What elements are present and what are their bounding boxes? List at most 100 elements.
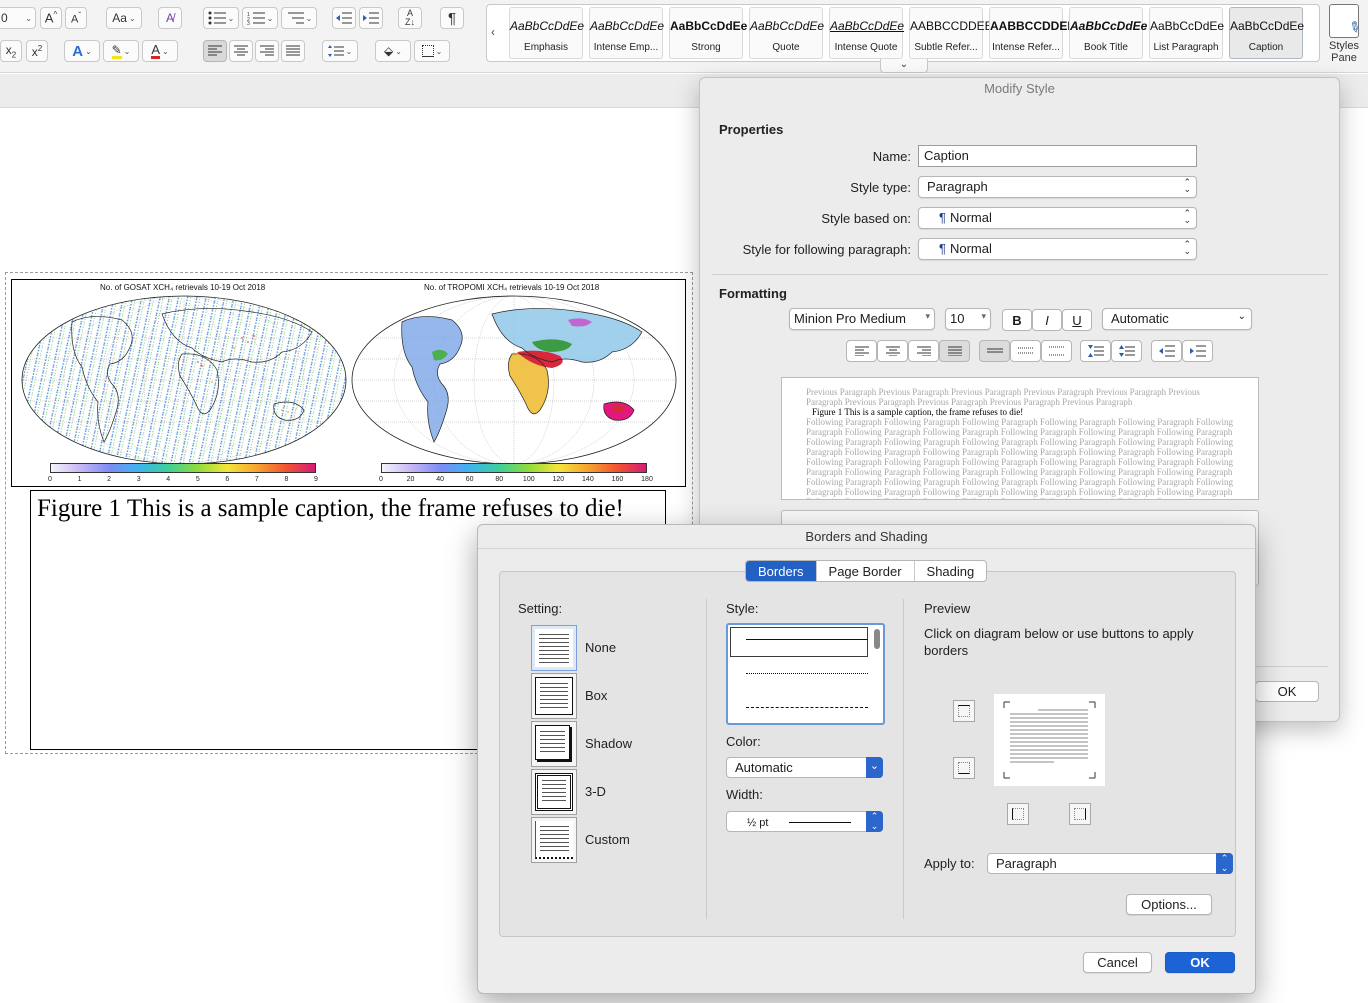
preview-following-paragraph: Following Paragraph Following Paragraph … [806,417,1233,499]
style-gallery-item[interactable]: AaBbCcDdEe Caption [1229,7,1304,59]
left-border-button[interactable] [1007,803,1029,825]
colorbar-tick-label: 120 [552,476,565,483]
double-spacing-button[interactable] [1041,340,1072,362]
style-gallery-item[interactable]: AaBbCcDdEe Intense Quote [829,7,904,59]
align-left-button[interactable] [203,40,227,62]
border-style-list[interactable] [726,623,885,725]
multilevel-list-button[interactable]: ⌄ [281,7,317,29]
top-border-button[interactable] [953,700,975,722]
justify-button[interactable] [281,40,305,62]
following-select[interactable]: ¶ Normal ⌃ ⌄ [918,238,1197,260]
chevron-down-icon: ▾ [981,311,986,321]
options-button[interactable]: Options... [1126,894,1212,915]
border-color-select[interactable]: Automatic ⌄ [726,757,883,778]
chevron-down-icon: ⌄ [1237,311,1246,322]
increase-paragraph-spacing-button[interactable] [1111,340,1142,362]
setting-3d-icon [535,773,573,811]
tab-page-border[interactable]: Page Border [815,561,914,581]
setting-shadow-button[interactable] [531,721,577,767]
border-style-dashed[interactable] [746,707,868,708]
subscript-button[interactable]: x2 [0,40,22,62]
gallery-prev-button[interactable]: ‹ [491,25,495,39]
increase-indent-button[interactable] [359,7,383,29]
grow-font-button[interactable]: A^ [40,7,62,29]
style-gallery-item[interactable]: AaBbCcDdEe List Paragraph [1149,7,1224,59]
color-label: Color: [726,734,761,749]
border-style-selected-row[interactable] [730,627,868,657]
bold-button[interactable]: B [1002,309,1032,331]
line-spacing-button[interactable]: ⌄ [322,40,358,62]
scrollbar-thumb[interactable] [874,629,880,649]
tab-borders[interactable]: Borders [746,561,816,581]
decrease-paragraph-spacing-button[interactable] [1080,340,1111,362]
style-label: Style: [726,601,759,616]
grow-font-icon: A^ [44,10,58,26]
align-center-button[interactable] [229,40,253,62]
styles-pane-button[interactable]: ✎ Styles Pane [1322,2,1366,66]
italic-button[interactable]: I [1032,309,1062,331]
font-size-combo[interactable]: 10 ▾ [945,308,991,330]
one-half-spacing-button[interactable] [1010,340,1041,362]
decrease-indent-button[interactable] [1151,340,1182,362]
numbering-button[interactable]: 1 2 3 ⌄ [242,7,278,29]
bottom-border-button[interactable] [953,757,975,779]
border-width-select[interactable]: ½ pt ⌃ ⌄ [726,811,883,832]
align-left-button[interactable] [846,340,877,362]
change-case-button[interactable]: Aa ⌄ [106,7,142,29]
following-label: Style for following paragraph: [742,242,911,257]
modify-style-ok-button[interactable]: OK [1255,681,1319,702]
style-gallery-item[interactable]: AaBbCcDdEe Book Title [1069,7,1147,59]
superscript-button[interactable]: x2 [26,40,48,62]
border-style-dotted[interactable] [746,673,868,674]
sort-button[interactable]: A Z↓ [398,7,422,29]
increase-indent-button[interactable] [1182,340,1213,362]
setting-box-button[interactable] [531,673,577,719]
align-center-button[interactable] [877,340,908,362]
style-sample-text: AaBbCcDdEe [670,19,748,33]
colorbar-tick-label: 3 [136,476,141,483]
apply-to-select[interactable]: Paragraph ⌃ ⌄ [987,853,1233,874]
up-down-icon: ⌃ ⌄ [1183,177,1191,194]
name-field[interactable]: Caption [918,145,1197,167]
border-preview-diagram[interactable] [994,694,1105,786]
based-on-select[interactable]: ¶ Normal ⌃ ⌄ [918,207,1197,229]
align-right-button[interactable] [255,40,279,62]
highlight-button[interactable]: ✎ ⌄ [103,40,139,62]
right-border-button[interactable] [1069,803,1091,825]
clear-formatting-button[interactable]: A̸ [158,7,182,29]
decrease-indent-button[interactable] [332,7,356,29]
single-spacing-button[interactable] [979,340,1010,362]
font-color-button[interactable]: A ⌄ [142,40,178,62]
show-formatting-marks-button[interactable]: ¶ [440,7,464,29]
font-size-value: 0 [1,11,8,25]
style-gallery-item[interactable]: AaBbCcDdEe Quote [749,7,824,59]
underline-button[interactable]: U [1062,309,1092,331]
borders-button[interactable]: ⌄ [414,40,450,62]
style-type-select[interactable]: Paragraph ⌃ ⌄ [918,176,1197,198]
setting-none-button[interactable] [531,625,577,671]
align-right-button[interactable] [908,340,939,362]
styles-gallery: ‹ AaBbCcDdEe Emphasis AaBbCcDdEe Intense Em… [486,4,1320,62]
style-gallery-item[interactable]: AABBCCDDEE Intense Refer... [989,7,1075,59]
shading-button[interactable]: ⬙ ⌄ [375,40,411,62]
style-gallery-item[interactable]: AaBbCcDdEe Intense Emp... [589,7,664,59]
cancel-button[interactable]: Cancel [1083,952,1152,973]
bullets-button[interactable]: ⌄ [203,7,239,29]
chevron-down-icon: ⌄ [266,13,274,23]
gallery-expand-button[interactable]: ⌄ [880,59,928,73]
style-gallery-item[interactable]: AaBbCcDdEe Strong [669,7,748,59]
figure-image[interactable]: No. of GOSAT XCH₄ retrievals 10-19 Oct 2… [11,279,686,487]
style-gallery-item[interactable]: AABBCCDDEE Subtle Refer... [909,7,993,59]
style-gallery-item[interactable]: AaBbCcDdEe Emphasis [509,7,584,59]
font-size-combo[interactable]: 0 ⌄ [0,7,36,29]
ok-button[interactable]: OK [1165,952,1235,973]
font-name-combo[interactable]: Minion Pro Medium ▾ [789,308,935,330]
font-color-select[interactable]: Automatic ⌄ [1102,308,1252,330]
setting-custom-button[interactable] [531,817,577,863]
shrink-font-button[interactable]: Aˇ [65,7,87,29]
text-effects-button[interactable]: A ⌄ [64,40,100,62]
tab-shading[interactable]: Shading [913,561,987,581]
border-style-solid[interactable] [746,639,868,640]
setting-3d-button[interactable] [531,769,577,815]
justify-button[interactable] [939,340,970,362]
